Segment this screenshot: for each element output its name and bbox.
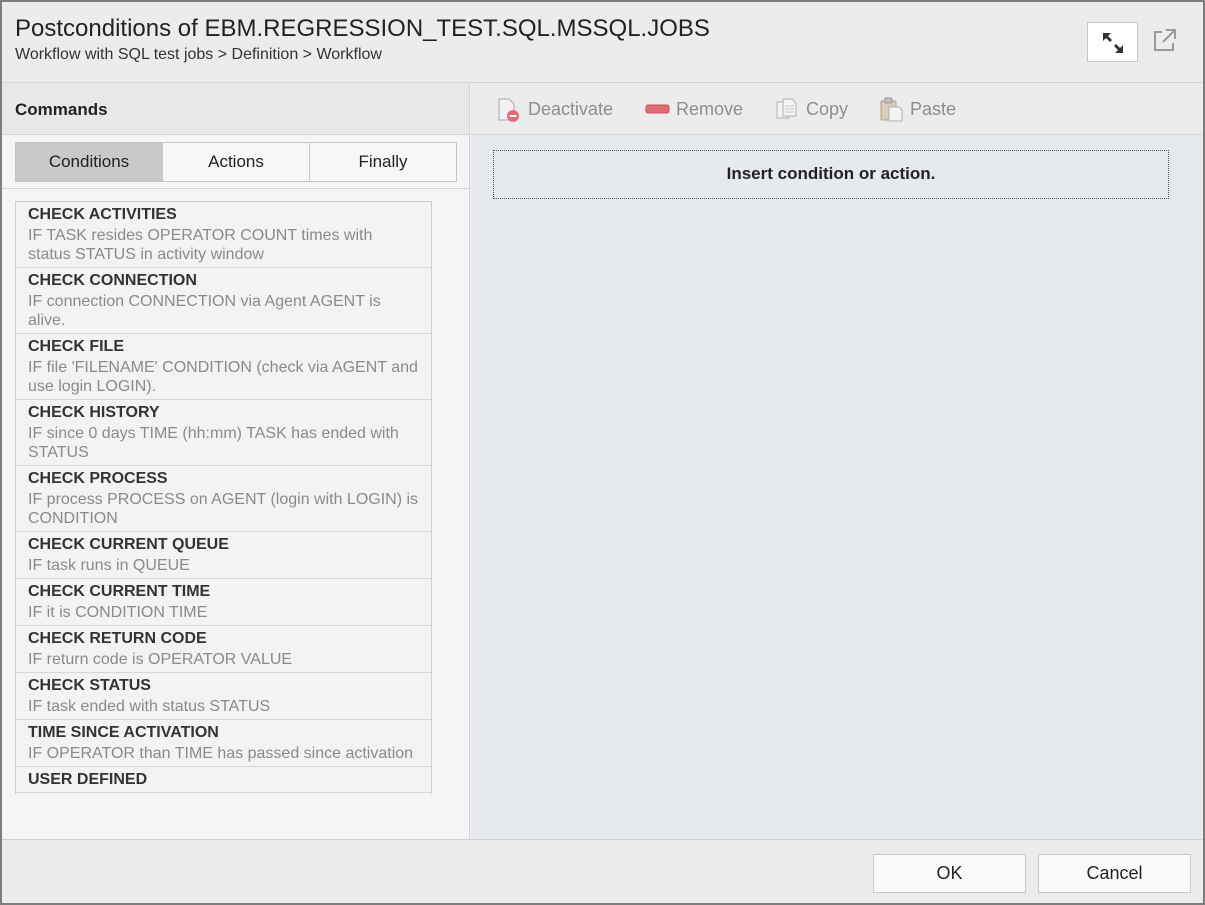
- deactivate-icon: [498, 98, 519, 122]
- cancel-button[interactable]: Cancel: [1038, 854, 1191, 893]
- tab-finally[interactable]: Finally: [310, 143, 456, 181]
- copy-button[interactable]: Copy: [774, 97, 854, 123]
- maximize-button[interactable]: [1087, 22, 1138, 62]
- list-item[interactable]: CHECK PROCESS IF process PROCESS on AGEN…: [16, 466, 431, 532]
- divider: [2, 188, 469, 189]
- postconditions-dialog: Postconditions of EBM.REGRESSION_TEST.SQ…: [0, 0, 1205, 905]
- maximize-icon: [1103, 33, 1123, 53]
- command-description: IF return code is OPERATOR VALUE: [28, 651, 293, 668]
- command-name: CHECK ACTIVITIES: [28, 206, 177, 223]
- workflow-pane: Deactivate Remove Copy Paste Insert cond…: [471, 83, 1203, 839]
- command-description: IF OPERATOR than TIME has passed since a…: [28, 745, 414, 762]
- list-item[interactable]: TIME SINCE ACTIVATION IF OPERATOR than T…: [16, 720, 431, 767]
- commands-header: Commands: [2, 83, 469, 135]
- command-tabs: Conditions Actions Finally: [15, 142, 457, 182]
- command-name: TIME SINCE ACTIVATION: [28, 724, 219, 741]
- commands-pane: Commands Conditions Actions Finally CHEC…: [2, 83, 470, 839]
- list-item[interactable]: CHECK HISTORY IF since 0 days TIME (hh:m…: [16, 400, 431, 466]
- command-name: CHECK CURRENT QUEUE: [28, 536, 229, 553]
- list-item[interactable]: CHECK CURRENT TIME IF it is CONDITION TI…: [16, 579, 431, 626]
- remove-label: Remove: [676, 99, 744, 119]
- command-name: CHECK CURRENT TIME: [28, 583, 211, 600]
- dialog-header: Postconditions of EBM.REGRESSION_TEST.SQ…: [2, 2, 1203, 83]
- external-link-icon: [1154, 29, 1176, 51]
- copy-icon: [776, 98, 797, 119]
- tab-actions[interactable]: Actions: [163, 143, 310, 181]
- command-name: CHECK RETURN CODE: [28, 630, 207, 647]
- command-description: IF connection CONNECTION via Agent AGENT…: [28, 293, 381, 329]
- command-name: CHECK HISTORY: [28, 404, 160, 421]
- command-name: CHECK PROCESS: [28, 470, 168, 487]
- command-description: IF TASK resides OPERATOR COUNT times wit…: [28, 227, 373, 263]
- list-item[interactable]: CHECK RETURN CODE IF return code is OPER…: [16, 626, 431, 673]
- remove-icon: [645, 104, 670, 114]
- list-item[interactable]: USER DEFINED: [16, 767, 431, 793]
- command-description: IF since 0 days TIME (hh:mm) TASK has en…: [28, 425, 399, 461]
- popout-button[interactable]: [1150, 26, 1178, 56]
- command-name: CHECK FILE: [28, 338, 124, 355]
- remove-button[interactable]: Remove: [645, 97, 745, 123]
- workflow-drop-zone[interactable]: Insert condition or action.: [493, 150, 1169, 199]
- paste-label: Paste: [910, 99, 957, 119]
- commands-heading: Commands: [15, 100, 108, 119]
- paste-button[interactable]: Paste: [879, 97, 964, 123]
- command-description: IF process PROCESS on AGENT (login with …: [28, 491, 419, 527]
- command-name: CHECK CONNECTION: [28, 272, 197, 289]
- deactivate-button[interactable]: Deactivate: [495, 97, 615, 123]
- list-item[interactable]: CHECK CURRENT QUEUE IF task runs in QUEU…: [16, 532, 431, 579]
- command-name: CHECK STATUS: [28, 677, 151, 694]
- paste-icon: [880, 97, 903, 122]
- command-description: IF task runs in QUEUE: [28, 557, 190, 574]
- list-item[interactable]: CHECK ACTIVITIES IF TASK resides OPERATO…: [16, 202, 431, 268]
- dialog-footer: OK Cancel: [2, 839, 1203, 903]
- dialog-title: Postconditions of EBM.REGRESSION_TEST.SQ…: [15, 15, 710, 42]
- toolbar: Deactivate Remove Copy Paste: [471, 83, 1203, 135]
- command-list[interactable]: CHECK ACTIVITIES IF TASK resides OPERATO…: [15, 201, 432, 794]
- tab-conditions[interactable]: Conditions: [16, 143, 163, 181]
- list-item[interactable]: CHECK CONNECTION IF connection CONNECTIO…: [16, 268, 431, 334]
- command-description: IF file 'FILENAME' CONDITION (check via …: [28, 359, 418, 395]
- command-description: IF it is CONDITION TIME: [28, 604, 208, 621]
- breadcrumb: Workflow with SQL test jobs > Definition…: [15, 46, 382, 63]
- list-item[interactable]: CHECK STATUS IF task ended with status S…: [16, 673, 431, 720]
- command-description: IF task ended with status STATUS: [28, 698, 271, 715]
- copy-label: Copy: [806, 99, 849, 119]
- ok-button[interactable]: OK: [873, 854, 1026, 893]
- command-name: USER DEFINED: [28, 771, 148, 788]
- deactivate-label: Deactivate: [528, 99, 614, 119]
- list-item[interactable]: CHECK FILE IF file 'FILENAME' CONDITION …: [16, 334, 431, 400]
